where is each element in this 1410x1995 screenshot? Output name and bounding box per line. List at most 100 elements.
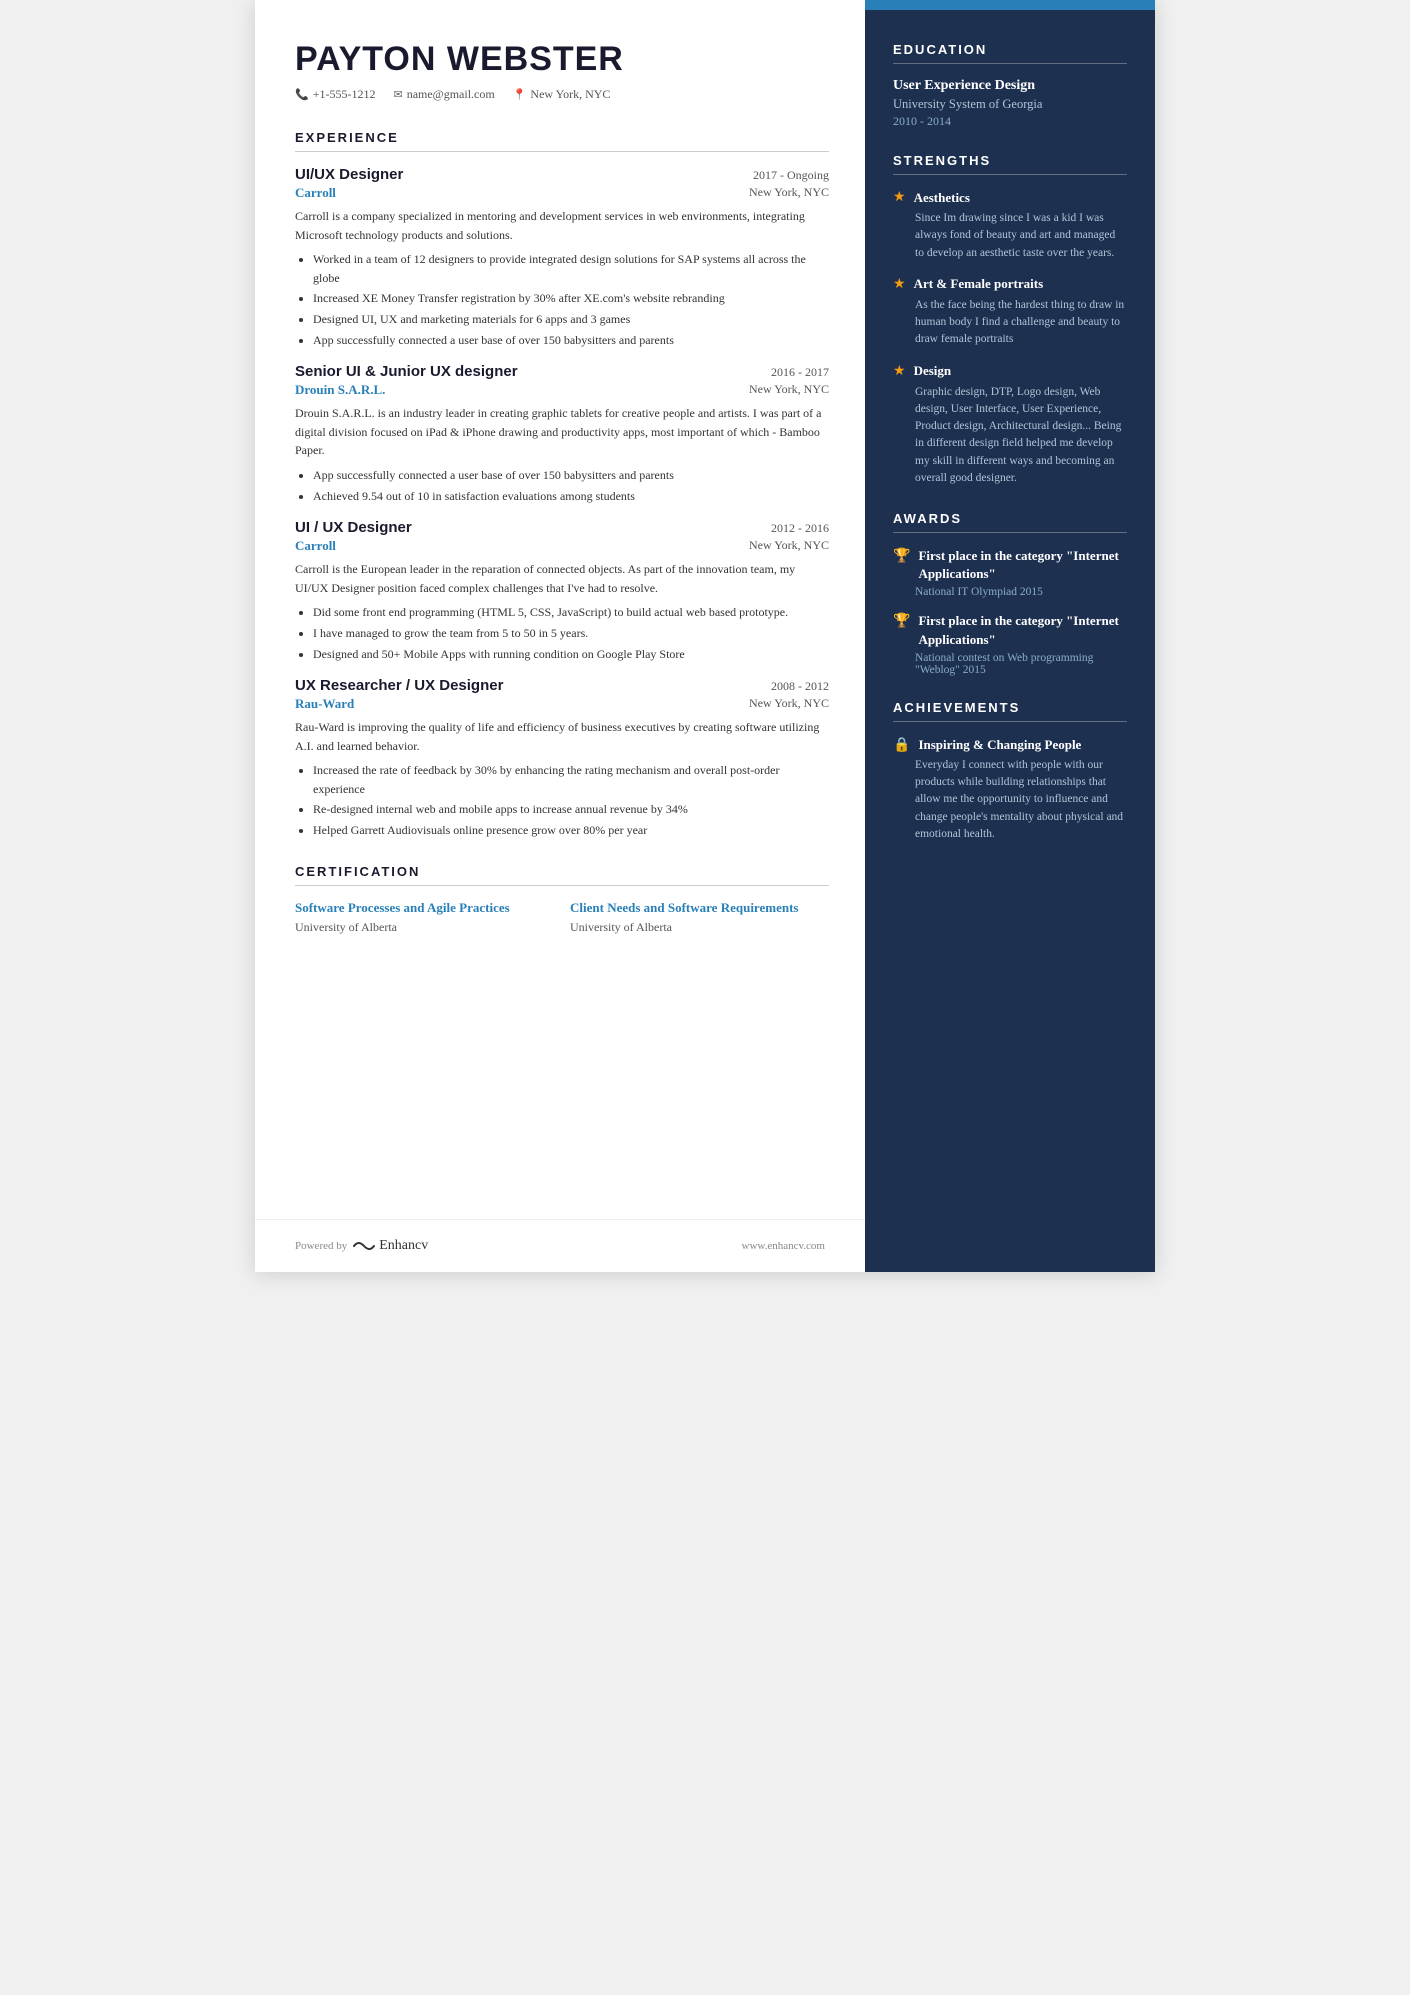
enhancv-logo: Enhancv bbox=[353, 1238, 428, 1254]
job-4-header: UX Researcher / UX Designer 2008 - 2012 bbox=[295, 677, 829, 694]
phone-contact: 📞 +1-555-1212 bbox=[295, 87, 375, 102]
job-2-company: Drouin S.A.R.L. bbox=[295, 382, 385, 398]
job-3-company: Carroll bbox=[295, 538, 336, 554]
achievement-1-desc: Everyday I connect with people with our … bbox=[893, 757, 1127, 843]
powered-by-text: Powered by bbox=[295, 1240, 347, 1252]
strength-3: ★ Design Graphic design, DTP, Logo desig… bbox=[893, 363, 1127, 488]
list-item: Increased XE Money Transfer registration… bbox=[313, 289, 829, 308]
website-url: www.enhancv.com bbox=[742, 1240, 826, 1252]
awards-section: AWARDS 🏆 First place in the category "In… bbox=[865, 511, 1155, 676]
star-icon: ★ bbox=[893, 189, 906, 206]
cert-item-2: Client Needs and Software Requirements U… bbox=[570, 900, 829, 935]
list-item: Helped Garrett Audiovisuals online prese… bbox=[313, 821, 829, 840]
job-1-company: Carroll bbox=[295, 185, 336, 201]
award-icon: 🏆 bbox=[893, 613, 910, 630]
job-1-header: UI/UX Designer 2017 - Ongoing bbox=[295, 166, 829, 183]
award-1: 🏆 First place in the category "Internet … bbox=[893, 547, 1127, 598]
achievements-divider bbox=[893, 721, 1127, 722]
award-2: 🏆 First place in the category "Internet … bbox=[893, 612, 1127, 675]
job-4-location: New York, NYC bbox=[749, 696, 829, 712]
strength-1-header: ★ Aesthetics bbox=[893, 189, 1127, 206]
strength-2-title: Art & Female portraits bbox=[914, 276, 1044, 292]
list-item: Designed and 50+ Mobile Apps with runnin… bbox=[313, 645, 829, 664]
job-3-title: UI / UX Designer bbox=[295, 519, 412, 536]
list-item: Did some front end programming (HTML 5, … bbox=[313, 603, 829, 622]
strengths-title: STRENGTHS bbox=[893, 153, 1127, 168]
job-3-bullets: Did some front end programming (HTML 5, … bbox=[295, 603, 829, 663]
job-1-company-row: Carroll New York, NYC bbox=[295, 185, 829, 201]
certification-section: CERTIFICATION Software Processes and Agi… bbox=[295, 864, 829, 935]
header: PAYTON WEBSTER 📞 +1-555-1212 ✉ name@gmai… bbox=[295, 40, 829, 102]
strengths-section: STRENGTHS ★ Aesthetics Since Im drawing … bbox=[865, 153, 1155, 487]
strength-3-desc: Graphic design, DTP, Logo design, Web de… bbox=[893, 384, 1127, 488]
job-4-company-row: Rau-Ward New York, NYC bbox=[295, 696, 829, 712]
awards-divider bbox=[893, 532, 1127, 533]
location-icon: 📍 bbox=[513, 88, 527, 101]
achievements-title: ACHIEVEMENTS bbox=[893, 700, 1127, 715]
strengths-divider bbox=[893, 174, 1127, 175]
location-text: New York, NYC bbox=[530, 87, 610, 102]
cert-item-1: Software Processes and Agile Practices U… bbox=[295, 900, 554, 935]
list-item: Worked in a team of 12 designers to prov… bbox=[313, 250, 829, 287]
job-3-dates: 2012 - 2016 bbox=[771, 521, 829, 536]
list-item: Achieved 9.54 out of 10 in satisfaction … bbox=[313, 487, 829, 506]
phone-icon: 📞 bbox=[295, 88, 309, 101]
award-1-title: First place in the category "Internet Ap… bbox=[918, 547, 1127, 583]
edu-school: University System of Georgia bbox=[893, 97, 1127, 112]
strength-3-title: Design bbox=[914, 363, 952, 379]
email-contact: ✉ name@gmail.com bbox=[393, 87, 494, 102]
certification-title: CERTIFICATION bbox=[295, 864, 829, 879]
logo-icon bbox=[353, 1239, 375, 1253]
job-1: UI/UX Designer 2017 - Ongoing Carroll Ne… bbox=[295, 166, 829, 349]
job-1-desc: Carroll is a company specialized in ment… bbox=[295, 207, 829, 244]
job-2-dates: 2016 - 2017 bbox=[771, 365, 829, 380]
experience-divider bbox=[295, 151, 829, 152]
job-4-title: UX Researcher / UX Designer bbox=[295, 677, 503, 694]
achievement-1-title: Inspiring & Changing People bbox=[918, 736, 1081, 754]
right-top-bar bbox=[865, 0, 1155, 10]
phone-number: +1-555-1212 bbox=[313, 87, 376, 102]
job-1-location: New York, NYC bbox=[749, 185, 829, 201]
award-2-title: First place in the category "Internet Ap… bbox=[918, 612, 1127, 648]
right-column: EDUCATION User Experience Design Univers… bbox=[865, 0, 1155, 1272]
job-4-company: Rau-Ward bbox=[295, 696, 354, 712]
candidate-name: PAYTON WEBSTER bbox=[295, 40, 829, 79]
job-1-bullets: Worked in a team of 12 designers to prov… bbox=[295, 250, 829, 349]
achievement-icon: 🔒 bbox=[893, 737, 910, 754]
job-2-location: New York, NYC bbox=[749, 382, 829, 398]
footer: Powered by Enhancv www.enhancv.com bbox=[255, 1219, 865, 1272]
achievements-section: ACHIEVEMENTS 🔒 Inspiring & Changing Peop… bbox=[865, 700, 1155, 843]
contact-info: 📞 +1-555-1212 ✉ name@gmail.com 📍 New Yor… bbox=[295, 87, 829, 102]
email-icon: ✉ bbox=[393, 88, 402, 101]
email-address: name@gmail.com bbox=[407, 87, 495, 102]
list-item: I have managed to grow the team from 5 t… bbox=[313, 624, 829, 643]
experience-section: EXPERIENCE UI/UX Designer 2017 - Ongoing… bbox=[295, 130, 829, 840]
certification-divider bbox=[295, 885, 829, 886]
strength-2-header: ★ Art & Female portraits bbox=[893, 276, 1127, 293]
cert-grid: Software Processes and Agile Practices U… bbox=[295, 900, 829, 935]
edu-years: 2010 - 2014 bbox=[893, 114, 1127, 129]
job-2: Senior UI & Junior UX designer 2016 - 20… bbox=[295, 363, 829, 505]
education-divider bbox=[893, 63, 1127, 64]
cert-1-title: Software Processes and Agile Practices bbox=[295, 900, 554, 916]
brand-name: Enhancv bbox=[379, 1238, 428, 1254]
list-item: Increased the rate of feedback by 30% by… bbox=[313, 761, 829, 798]
education-title: EDUCATION bbox=[893, 42, 1127, 57]
strength-2-desc: As the face being the hardest thing to d… bbox=[893, 297, 1127, 349]
award-2-header: 🏆 First place in the category "Internet … bbox=[893, 612, 1127, 648]
job-3-location: New York, NYC bbox=[749, 538, 829, 554]
cert-2-school: University of Alberta bbox=[570, 920, 829, 935]
job-2-company-row: Drouin S.A.R.L. New York, NYC bbox=[295, 382, 829, 398]
star-icon: ★ bbox=[893, 363, 906, 380]
job-4-desc: Rau-Ward is improving the quality of lif… bbox=[295, 718, 829, 755]
list-item: Re-designed internal web and mobile apps… bbox=[313, 800, 829, 819]
job-3: UI / UX Designer 2012 - 2016 Carroll New… bbox=[295, 519, 829, 663]
job-4-dates: 2008 - 2012 bbox=[771, 679, 829, 694]
job-1-title: UI/UX Designer bbox=[295, 166, 403, 183]
list-item: App successfully connected a user base o… bbox=[313, 466, 829, 485]
job-3-company-row: Carroll New York, NYC bbox=[295, 538, 829, 554]
strength-1-title: Aesthetics bbox=[914, 190, 970, 206]
job-2-header: Senior UI & Junior UX designer 2016 - 20… bbox=[295, 363, 829, 380]
location-contact: 📍 New York, NYC bbox=[513, 87, 611, 102]
achievement-1: 🔒 Inspiring & Changing People Everyday I… bbox=[893, 736, 1127, 843]
